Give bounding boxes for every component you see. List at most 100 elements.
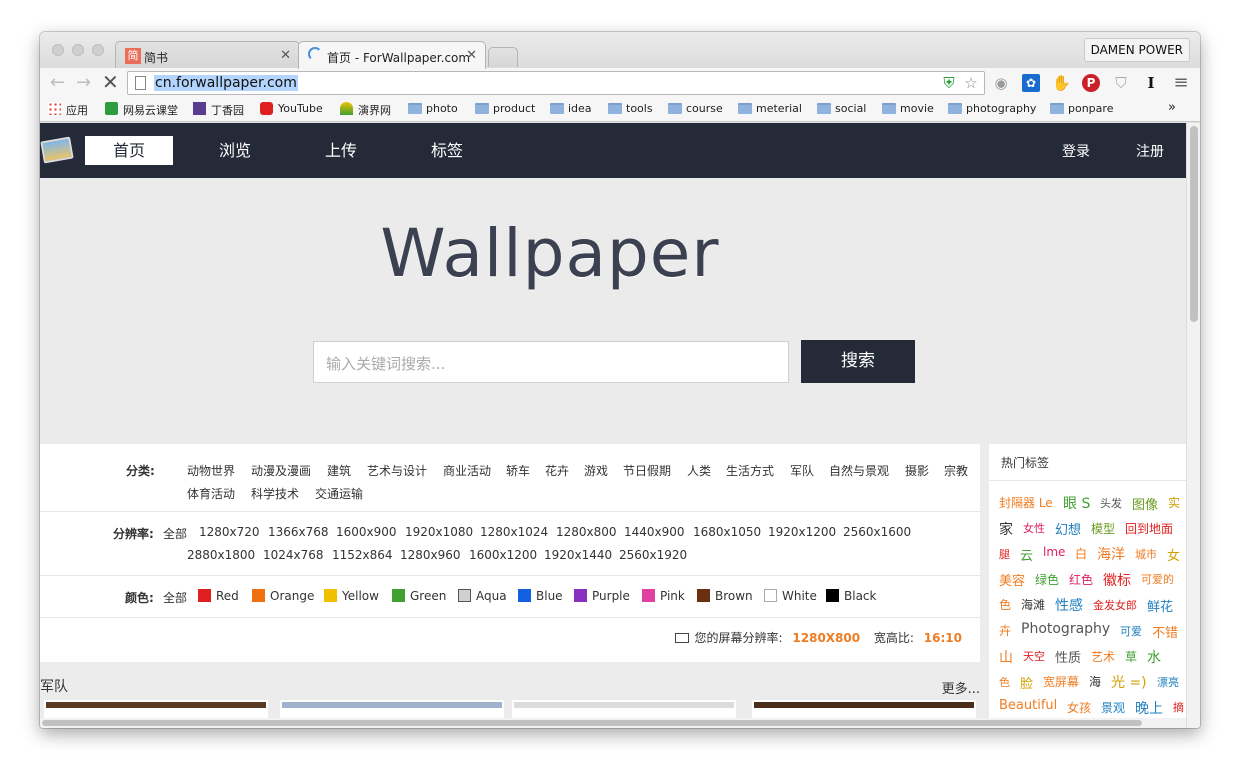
category-item[interactable]: 游戏	[584, 462, 608, 479]
color-aqua[interactable]: Aqua	[458, 589, 507, 603]
scrollbar-thumb[interactable]	[42, 720, 1142, 726]
color-pink[interactable]: Pink	[642, 589, 685, 603]
bookmark-folder-idea[interactable]: idea	[550, 102, 592, 115]
hot-tag[interactable]: 漂亮	[1157, 674, 1179, 690]
search-input[interactable]: 输入关键词搜索...	[313, 341, 789, 383]
bookmark-dxy[interactable]: 丁香园	[193, 102, 244, 118]
color-black[interactable]: Black	[826, 589, 876, 603]
resolution-item[interactable]: 1920x1440	[544, 548, 612, 562]
resolution-item[interactable]: 1280x1024	[480, 525, 548, 539]
bookmark-folder-product[interactable]: product	[475, 102, 535, 115]
forward-arrow-icon[interactable]: →	[76, 72, 91, 93]
hot-tag[interactable]: 模型	[1091, 520, 1115, 537]
resolution-item[interactable]: 1366x768	[268, 525, 329, 539]
resolution-item[interactable]: 1280x960	[400, 548, 461, 562]
color-all[interactable]: 全部	[163, 589, 187, 606]
hot-tag[interactable]: 徽标	[1103, 570, 1131, 590]
close-tab-icon[interactable]: ✕	[466, 48, 477, 63]
color-blue[interactable]: Blue	[518, 589, 563, 603]
nav-upload[interactable]: 上传	[297, 136, 385, 165]
wallpaper-thumbnail[interactable]	[512, 700, 736, 718]
hot-tag[interactable]: 家	[999, 519, 1013, 539]
login-link[interactable]: 登录	[1062, 141, 1090, 161]
hand-extension-icon[interactable]: ✋	[1052, 74, 1071, 92]
hot-tag[interactable]: 性感	[1055, 595, 1083, 615]
hot-tag[interactable]: 图像	[1132, 494, 1158, 513]
stop-loading-icon[interactable]: ✕	[102, 70, 119, 94]
bookmark-apps[interactable]: 应用	[48, 102, 88, 118]
category-item[interactable]: 交通运输	[315, 485, 363, 502]
pinterest-icon[interactable]: P	[1082, 74, 1100, 92]
hot-tag[interactable]: 绿色	[1035, 571, 1059, 588]
globe-extension-icon[interactable]: ◉	[992, 74, 1010, 92]
bookmark-youtube[interactable]: YouTube	[260, 102, 323, 115]
bookmark-folder-tools[interactable]: tools	[608, 102, 653, 115]
shield-extension-icon[interactable]: ⛨	[940, 74, 958, 92]
category-item[interactable]: 宗教	[944, 462, 968, 479]
category-item[interactable]: 节日假期	[623, 462, 671, 479]
back-arrow-icon[interactable]: ←	[50, 72, 65, 93]
resolution-item[interactable]: 1680x1050	[693, 525, 761, 539]
color-brown[interactable]: Brown	[697, 589, 753, 603]
bookmark-folder-ponpare[interactable]: ponpare	[1050, 102, 1113, 115]
category-item[interactable]: 花卉	[545, 462, 569, 479]
instapaper-icon[interactable]: I	[1142, 74, 1160, 92]
minimize-window-button[interactable]	[72, 44, 84, 56]
horizontal-scrollbar[interactable]	[40, 718, 1186, 728]
category-item[interactable]: 动物世界	[187, 462, 235, 479]
hot-tag[interactable]: 宽屏幕	[1043, 673, 1079, 690]
hot-tag[interactable]: 女	[1167, 545, 1180, 564]
resolution-item[interactable]: 1600x1200	[469, 548, 537, 562]
category-item[interactable]: 人类	[687, 462, 711, 479]
wallpaper-thumbnail[interactable]	[44, 700, 268, 718]
menu-hamburger-icon[interactable]: ≡	[1172, 74, 1190, 92]
category-item[interactable]: 军队	[790, 462, 814, 479]
category-item[interactable]: 动漫及漫画	[251, 462, 311, 479]
resolution-item[interactable]: 1440x900	[624, 525, 685, 539]
color-orange[interactable]: Orange	[252, 589, 314, 603]
hot-tag[interactable]: 白	[1075, 545, 1087, 562]
hot-tag[interactable]: 色	[999, 674, 1010, 690]
close-window-button[interactable]	[52, 44, 64, 56]
hot-tag[interactable]: 眼 S	[1063, 493, 1090, 513]
hot-tag[interactable]: 鲜花	[1147, 596, 1173, 615]
hot-tag[interactable]: 景观	[1101, 699, 1125, 716]
hot-tag[interactable]: 卉	[999, 622, 1011, 639]
url-text[interactable]: cn.forwallpaper.com	[154, 75, 298, 91]
color-purple[interactable]: Purple	[574, 589, 630, 603]
category-item[interactable]: 艺术与设计	[367, 462, 427, 479]
category-item[interactable]: 生活方式	[726, 462, 774, 479]
hot-tag[interactable]: 摘	[1173, 699, 1184, 715]
resolution-item[interactable]: 1920x1080	[405, 525, 473, 539]
new-tab-button[interactable]	[488, 47, 518, 67]
hot-tag[interactable]: Beautiful	[999, 698, 1057, 713]
category-item[interactable]: 体育活动	[187, 485, 235, 502]
vertical-scrollbar[interactable]	[1186, 123, 1200, 728]
address-bar[interactable]: cn.forwallpaper.com ⛨ ☆	[127, 71, 985, 95]
bookmark-folder-course[interactable]: course	[668, 102, 723, 115]
paw-extension-icon[interactable]: ✿	[1022, 74, 1040, 92]
resolution-item[interactable]: 2560x1600	[843, 525, 911, 539]
site-logo-icon[interactable]	[40, 136, 74, 164]
hot-tag[interactable]: Photography	[1021, 621, 1110, 637]
category-item[interactable]: 自然与景观	[829, 462, 889, 479]
resolution-item[interactable]: 1152x864	[332, 548, 393, 562]
hot-tag[interactable]: 红色	[1069, 571, 1093, 588]
bookmark-folder-social[interactable]: social	[817, 102, 866, 115]
tab-jianshu[interactable]: 简 简书 ✕	[115, 41, 300, 69]
resolution-item[interactable]: 1280x800	[556, 525, 617, 539]
category-item[interactable]: 商业活动	[443, 462, 491, 479]
resolution-item[interactable]: 1024x768	[263, 548, 324, 562]
register-link[interactable]: 注册	[1136, 141, 1164, 161]
resolution-item[interactable]: 全部	[163, 525, 187, 542]
wallpaper-thumbnail[interactable]	[280, 700, 504, 718]
hot-tag[interactable]: 云	[1020, 545, 1033, 564]
hot-tag[interactable]: 草	[1125, 648, 1137, 665]
hot-tag[interactable]: 海洋	[1097, 544, 1125, 564]
bookmark-netease[interactable]: 网易云课堂	[105, 102, 178, 118]
hot-tag[interactable]: 不错	[1152, 622, 1178, 641]
hot-tag[interactable]: 海滩	[1021, 596, 1045, 613]
profile-button[interactable]: DAMEN POWER	[1083, 38, 1190, 62]
resolution-item[interactable]: 1920x1200	[768, 525, 836, 539]
resolution-item[interactable]: 2880x1800	[187, 548, 255, 562]
